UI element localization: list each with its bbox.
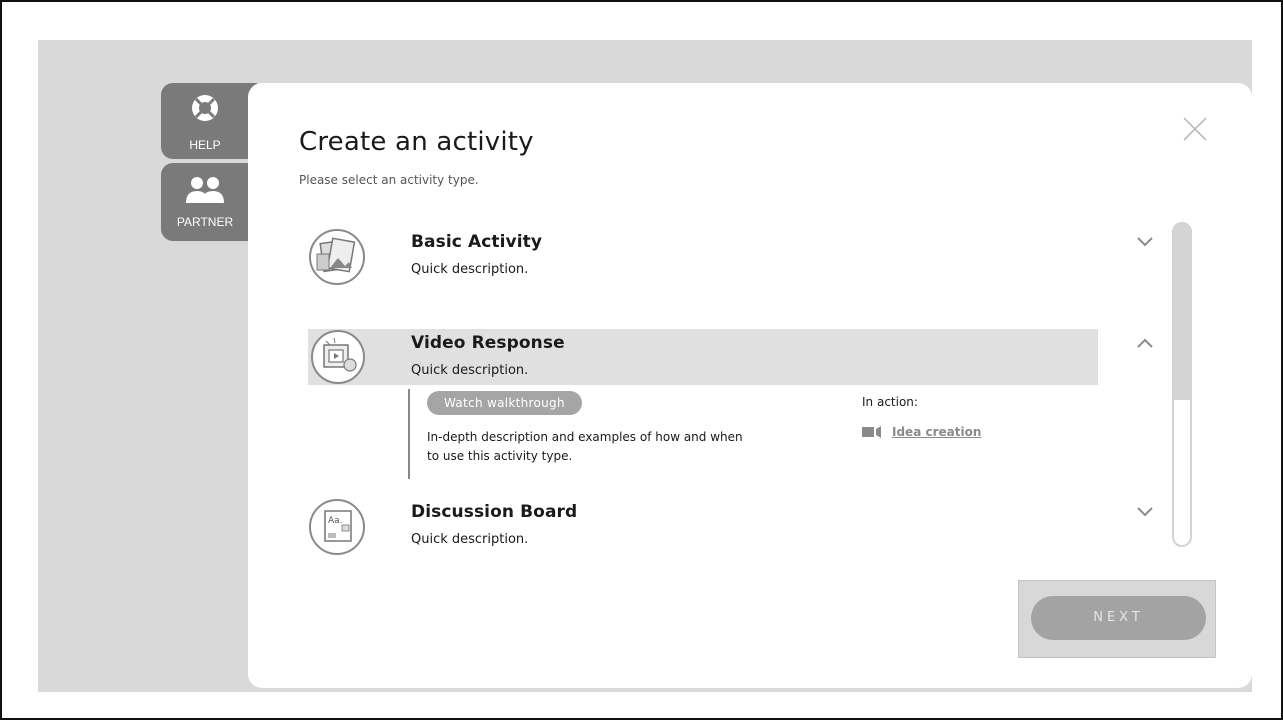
activity-row-discussion[interactable]: Aa. Discussion Board Quick description.: [308, 498, 1153, 556]
lifebuoy-icon: [192, 95, 218, 121]
idea-creation-link-label[interactable]: Idea creation: [892, 425, 981, 439]
photo-gallery-icon: [309, 229, 365, 285]
activity-row-basic[interactable]: Basic Activity Quick description.: [308, 228, 1153, 286]
svg-text:Aa.: Aa.: [328, 516, 343, 526]
idea-creation-link[interactable]: Idea creation: [862, 425, 981, 439]
close-icon[interactable]: [1182, 116, 1208, 142]
activity-title: Video Response: [411, 333, 565, 353]
video-player-icon: [311, 330, 365, 384]
video-camera-icon: [862, 426, 881, 438]
activity-description: Quick description.: [411, 363, 529, 378]
in-action-label: In action:: [862, 395, 918, 409]
chevron-up-icon[interactable]: [1136, 337, 1154, 349]
watch-walkthrough-button[interactable]: Watch walkthrough: [427, 391, 582, 415]
next-button-container: NEXT: [1018, 580, 1216, 658]
help-tab-label: HELP: [189, 138, 221, 152]
modal-subtitle: Please select an activity type.: [299, 173, 479, 187]
partner-tab[interactable]: PARTNER: [161, 163, 257, 241]
activity-row-video[interactable]: Video Response Quick description.: [308, 329, 1153, 385]
panel-divider: [408, 389, 410, 479]
chevron-down-icon[interactable]: [1136, 506, 1154, 518]
activity-description: Quick description.: [411, 262, 529, 277]
modal-title: Create an activity: [299, 127, 534, 157]
activity-title: Discussion Board: [411, 502, 578, 522]
partner-tab-label: PARTNER: [176, 215, 234, 229]
create-activity-modal: Create an activity Please select an acti…: [248, 83, 1252, 688]
scrollbar-thumb[interactable]: [1172, 222, 1192, 400]
text-document-icon: Aa.: [309, 499, 365, 555]
expanded-panel: Watch walkthrough In-depth description a…: [408, 389, 1008, 479]
next-button[interactable]: NEXT: [1031, 596, 1206, 640]
activity-title: Basic Activity: [411, 232, 543, 252]
activity-description: Quick description.: [411, 532, 529, 547]
expanded-description: In-depth description and examples of how…: [427, 430, 743, 463]
help-tab[interactable]: HELP: [161, 83, 257, 159]
chevron-down-icon[interactable]: [1136, 236, 1154, 248]
users-icon: [186, 177, 224, 203]
